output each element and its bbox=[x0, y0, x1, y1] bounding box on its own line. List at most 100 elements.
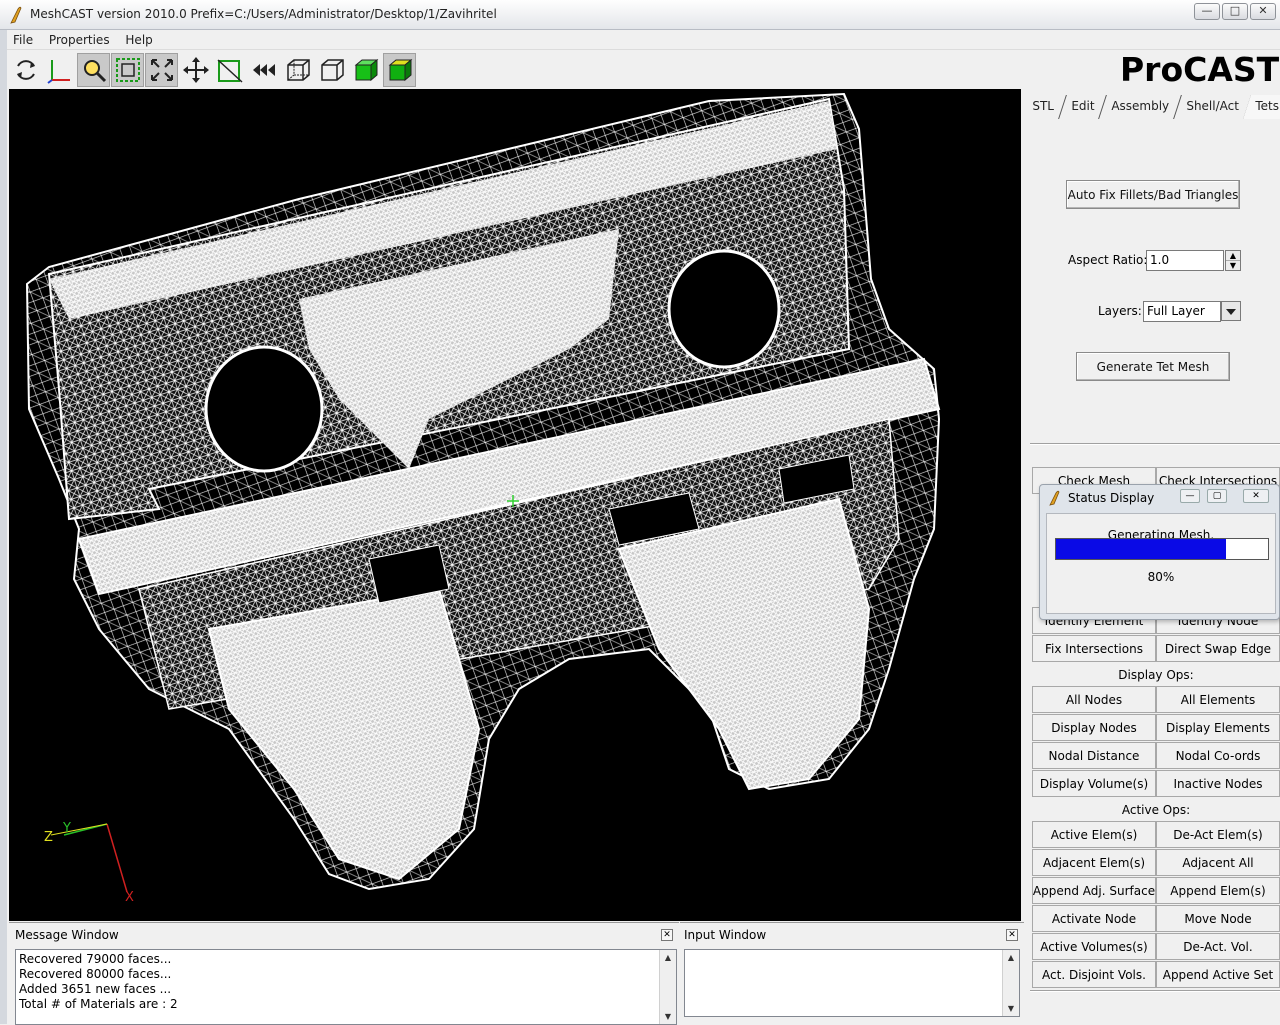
zoom-icon[interactable] bbox=[77, 53, 110, 87]
rotate-icon[interactable] bbox=[9, 53, 42, 87]
maximize-icon[interactable]: ▢ bbox=[1207, 489, 1227, 503]
scroll-down-icon[interactable]: ▼ bbox=[660, 1009, 676, 1024]
inactive-nodes-button[interactable]: Inactive Nodes bbox=[1156, 770, 1280, 797]
scroll-up-icon[interactable]: ▲ bbox=[660, 950, 676, 965]
app-icon bbox=[10, 6, 22, 24]
chevron-down-icon bbox=[1226, 309, 1236, 315]
aspect-ratio-label: Aspect Ratio: bbox=[1068, 253, 1148, 267]
generate-tet-mesh-button[interactable]: Generate Tet Mesh bbox=[1076, 352, 1230, 381]
brand-logo: ProCAST bbox=[1120, 50, 1280, 89]
clip-icon[interactable] bbox=[213, 53, 246, 87]
axis-y-label: Y bbox=[62, 821, 71, 836]
display-elements-button[interactable]: Display Elements bbox=[1156, 714, 1280, 741]
axis-x-line bbox=[106, 823, 128, 893]
scroll-up-icon[interactable]: ▲ bbox=[1003, 950, 1019, 965]
move-node-button[interactable]: Move Node bbox=[1156, 905, 1280, 932]
all-elements-button[interactable]: All Elements bbox=[1156, 686, 1280, 713]
axis-z-line bbox=[50, 823, 108, 836]
message-window-title: Message Window bbox=[15, 928, 119, 942]
tab-assembly[interactable]: Assembly bbox=[1098, 95, 1182, 119]
tab-shell-act[interactable]: Shell/Act bbox=[1173, 95, 1252, 119]
app-icon bbox=[1049, 490, 1060, 506]
panel-divider bbox=[1030, 443, 1280, 445]
log-line: Total # of Materials are : 2 bbox=[19, 997, 178, 1011]
status-body: Generating Mesh. 80% bbox=[1046, 513, 1276, 614]
spin-down-icon[interactable]: ▼ bbox=[1226, 261, 1240, 271]
aspect-ratio-input[interactable]: 1.0 bbox=[1146, 250, 1224, 271]
mesh-viewport[interactable]: Z Y X bbox=[9, 89, 1021, 921]
close-icon[interactable]: ✕ bbox=[1243, 489, 1269, 503]
layers-select[interactable]: Full Layer bbox=[1143, 301, 1221, 322]
input-window-title: Input Window bbox=[684, 928, 767, 942]
axis-x-label: X bbox=[125, 890, 134, 905]
aspect-ratio-spinner[interactable]: ▲ ▼ bbox=[1225, 250, 1241, 271]
scroll-down-icon[interactable]: ▼ bbox=[1003, 1001, 1019, 1016]
pan-icon[interactable] bbox=[179, 53, 212, 87]
activate-node-button[interactable]: Activate Node bbox=[1032, 905, 1156, 932]
layers-dropdown-button[interactable] bbox=[1221, 301, 1241, 321]
adjacent-elems-button[interactable]: Adjacent Elem(s) bbox=[1032, 849, 1156, 876]
active-volumes-button[interactable]: Active Volumes(s) bbox=[1032, 933, 1156, 960]
toolbar bbox=[9, 53, 416, 87]
direct-swap-edge-button[interactable]: Direct Swap Edge bbox=[1156, 635, 1280, 662]
minimize-button[interactable]: — bbox=[1194, 3, 1220, 20]
mesh-wireframe: Z Y X bbox=[25, 92, 941, 905]
append-adj-surface-button[interactable]: Append Adj. Surface bbox=[1032, 877, 1156, 904]
log-line: Recovered 80000 faces... bbox=[19, 967, 172, 981]
nodal-coords-button[interactable]: Nodal Co-ords bbox=[1156, 742, 1280, 769]
close-icon[interactable]: ✕ bbox=[661, 929, 673, 941]
box-outline-icon[interactable] bbox=[281, 53, 314, 87]
progress-percent: 80% bbox=[1147, 570, 1175, 584]
input-area[interactable]: ▲ ▼ bbox=[684, 949, 1020, 1017]
maximize-button[interactable]: □ bbox=[1222, 3, 1248, 20]
active-ops-label: Active Ops: bbox=[1121, 803, 1191, 817]
fix-intersections-button[interactable]: Fix Intersections bbox=[1032, 635, 1156, 662]
auto-fix-button[interactable]: Auto Fix Fillets/Bad Triangles bbox=[1066, 180, 1240, 209]
active-elems-button[interactable]: Active Elem(s) bbox=[1032, 821, 1156, 848]
display-nodes-button[interactable]: Display Nodes bbox=[1032, 714, 1156, 741]
display-volumes-button[interactable]: Display Volume(s) bbox=[1032, 770, 1156, 797]
display-ops-label: Display Ops: bbox=[1118, 668, 1194, 682]
log-line: Added 3651 new faces ... bbox=[19, 982, 172, 996]
message-window: Message Window ✕ Recovered 79000 faces..… bbox=[9, 922, 679, 1025]
menu-file[interactable]: File bbox=[7, 30, 39, 47]
window-frame bbox=[0, 30, 7, 1024]
mesh-progress-bar bbox=[1055, 538, 1269, 560]
message-scrollbar[interactable]: ▲ ▼ bbox=[659, 950, 676, 1024]
deact-elems-button[interactable]: De-Act Elem(s) bbox=[1156, 821, 1280, 848]
shaded-color-box-icon[interactable] bbox=[383, 53, 416, 87]
reset-view-icon[interactable] bbox=[247, 53, 280, 87]
shaded-box-icon[interactable] bbox=[349, 53, 382, 87]
box-icon[interactable] bbox=[315, 53, 348, 87]
title-bar: MeshCAST version 2010.0 Prefix=C:/Users/… bbox=[0, 0, 1280, 30]
minimize-icon[interactable]: — bbox=[1180, 489, 1200, 503]
adjacent-all-button[interactable]: Adjacent All bbox=[1156, 849, 1280, 876]
tab-bar: STL Edit Assembly Shell/Act Tets bbox=[1020, 95, 1280, 121]
menu-bar: File Properties Help bbox=[7, 30, 1280, 50]
message-log[interactable]: Recovered 79000 faces... Recovered 80000… bbox=[15, 949, 677, 1025]
status-dialog-title: Status Display bbox=[1068, 491, 1155, 505]
input-window: Input Window ✕ ▲ ▼ bbox=[680, 922, 1024, 1024]
axis-z-label: Z bbox=[44, 830, 53, 845]
axes-icon[interactable] bbox=[43, 53, 76, 87]
status-display-dialog: Status Display — ▢ ✕ Generating Mesh. 80… bbox=[1039, 484, 1280, 620]
all-nodes-button[interactable]: All Nodes bbox=[1032, 686, 1156, 713]
append-active-set-button[interactable]: Append Active Set bbox=[1156, 961, 1280, 988]
fit-icon[interactable] bbox=[145, 53, 178, 87]
deact-vol-button[interactable]: De-Act. Vol. bbox=[1156, 933, 1280, 960]
append-elems-button[interactable]: Append Elem(s) bbox=[1156, 877, 1280, 904]
input-scrollbar[interactable]: ▲ ▼ bbox=[1002, 950, 1019, 1016]
progress-fill bbox=[1056, 539, 1226, 559]
close-icon[interactable]: ✕ bbox=[1006, 929, 1018, 941]
menu-properties[interactable]: Properties bbox=[43, 30, 116, 47]
nodal-distance-button[interactable]: Nodal Distance bbox=[1032, 742, 1156, 769]
window-title: MeshCAST version 2010.0 Prefix=C:/Users/… bbox=[30, 7, 497, 21]
zoom-box-icon[interactable] bbox=[111, 53, 144, 87]
tab-tets[interactable]: Tets bbox=[1243, 95, 1280, 119]
menu-help[interactable]: Help bbox=[119, 30, 158, 47]
act-disjoint-vols-button[interactable]: Act. Disjoint Vols. bbox=[1032, 961, 1156, 988]
spin-up-icon[interactable]: ▲ bbox=[1226, 251, 1240, 261]
log-line: Recovered 79000 faces... bbox=[19, 952, 172, 966]
layers-label: Layers: bbox=[1098, 304, 1142, 318]
close-button[interactable]: ✕ bbox=[1250, 3, 1276, 20]
